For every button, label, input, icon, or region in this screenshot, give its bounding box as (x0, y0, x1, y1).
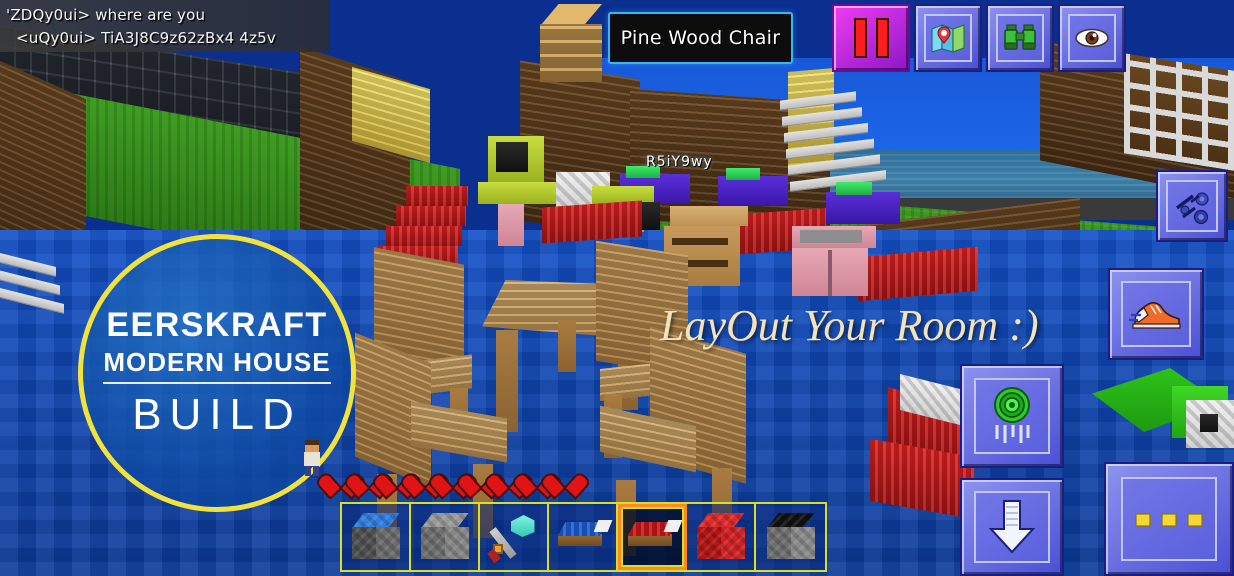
shoe-icon (1121, 280, 1191, 348)
meteor-button[interactable] (1156, 170, 1228, 242)
watermark-build: BUILD (132, 390, 302, 439)
chat-line: 'ZDQy0ui> where are you (6, 6, 206, 24)
meteor-icon-svg (1175, 192, 1209, 225)
pause-icon (853, 18, 889, 58)
hotbar-slot-diamond-axe[interactable] (480, 504, 549, 570)
overlay-caption: LayOut Your Room :) (660, 301, 1039, 350)
hotbar-slot-red-block[interactable] (687, 504, 756, 570)
stairs-left (0, 253, 70, 330)
meteor-icon (1166, 180, 1218, 232)
black-topped-stone-block-icon (766, 513, 815, 561)
game-screen: EERSKRAFT MODERN HOUSE BUILD LayOut Your… (0, 0, 1234, 576)
three-dots-icon (1121, 477, 1217, 561)
player-avatar (298, 440, 326, 476)
eye-icon (1067, 13, 1117, 63)
item-name-label: Pine Wood Chair (620, 27, 781, 49)
hotbar-slot-blue-bed[interactable] (549, 504, 618, 570)
binoculars-icon (995, 13, 1045, 63)
shelf-grid-right (1124, 53, 1234, 171)
portal-icon-svg (994, 387, 1030, 443)
chat-line: <uQy0ui> TiA3J8C9z62zBx4 4z5v (16, 29, 276, 47)
watermark-title: EERSKRAFT (106, 306, 328, 344)
watermark-subtitle: MODERN HOUSE (103, 347, 331, 384)
hotbar[interactable] (340, 502, 827, 572)
blue-topped-stone-block-icon (351, 513, 400, 561)
shoe-icon-svg (1129, 302, 1181, 329)
map-icon (923, 13, 973, 63)
hotbar-slot-black-topped-stone-block[interactable] (756, 504, 825, 570)
held-block-preview (534, 4, 612, 84)
bed-red-1 (542, 200, 642, 244)
item-name-banner: Pine Wood Chair (608, 12, 793, 64)
hotbar-slot-red-bed[interactable] (618, 504, 687, 570)
diamond-axe-icon (486, 512, 539, 564)
blue-bed-icon (557, 520, 612, 552)
descend-button[interactable] (960, 478, 1064, 576)
pause-button[interactable] (832, 4, 910, 72)
more-options-button[interactable] (1104, 462, 1234, 576)
grey-block-right (1186, 400, 1234, 448)
map-button[interactable] (914, 4, 982, 72)
tv-console-right (826, 182, 900, 224)
down-arrow-icon-svg (988, 500, 1036, 554)
player-nametag: R5iY9wy (646, 154, 713, 170)
three-dots-icon-svg (1135, 513, 1203, 527)
hotbar-slot-blue-topped-stone-block[interactable] (342, 504, 411, 570)
map-icon-svg (931, 24, 965, 53)
heart-icon (551, 468, 577, 492)
tv-console-mid (718, 168, 788, 206)
eye-icon-svg (1075, 28, 1109, 48)
red-block-icon (696, 513, 745, 561)
eye-button[interactable] (1058, 4, 1126, 72)
portal-button[interactable] (960, 364, 1064, 468)
down-arrow-icon (974, 491, 1050, 563)
binoculars-button[interactable] (986, 4, 1054, 72)
binoculars-icon-svg (1004, 24, 1036, 50)
chat-overlay[interactable]: 'ZDQy0ui> where are you <uQy0ui> TiA3J8C… (0, 0, 330, 52)
hotbar-slot-cobblestone-block[interactable] (411, 504, 480, 570)
sprint-button[interactable] (1108, 268, 1204, 360)
stove-pink (792, 226, 876, 296)
cobblestone-block-icon (420, 513, 469, 561)
health-bar (327, 468, 577, 492)
portal-icon (974, 378, 1050, 454)
red-bed-icon (627, 520, 682, 552)
